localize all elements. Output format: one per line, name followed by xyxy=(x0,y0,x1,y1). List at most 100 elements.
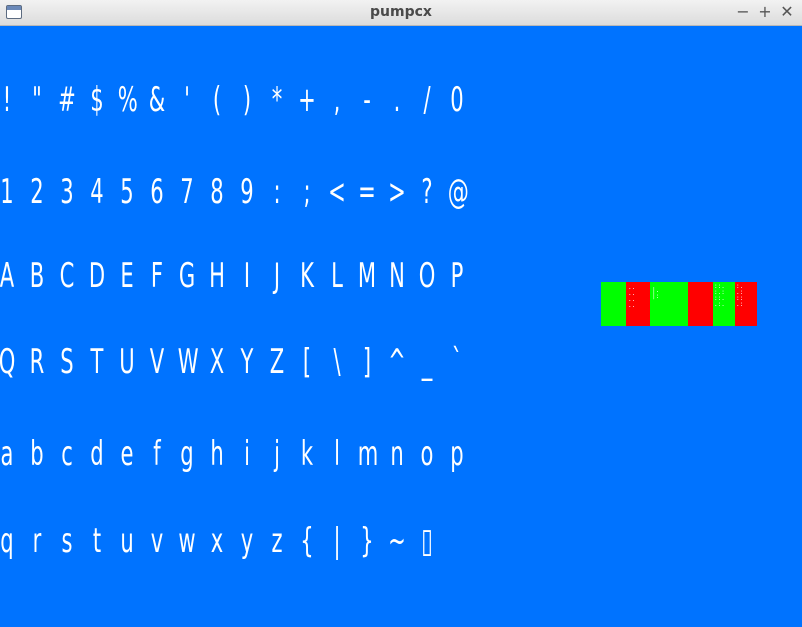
tiny-text: :. .: :: .: xyxy=(736,283,744,308)
glyph: f xyxy=(153,434,161,474)
glyph: { xyxy=(300,521,314,561)
status-segment-red xyxy=(688,282,713,326)
glyph: } xyxy=(360,521,374,561)
glyph: ` xyxy=(451,342,463,382)
glyph: \ xyxy=(333,342,341,382)
glyph: 8 xyxy=(210,172,224,212)
glyph: - xyxy=(363,80,371,120)
glyph: h xyxy=(210,434,224,474)
glyph: Q xyxy=(0,342,16,382)
glyph: Y xyxy=(240,342,254,382)
status-segment-green: |. |: xyxy=(650,282,688,326)
glyph: I xyxy=(243,256,251,296)
glyph: ) xyxy=(242,80,252,120)
glyph: + xyxy=(298,80,316,120)
glyph: l xyxy=(334,434,340,474)
glyph: # xyxy=(58,80,76,120)
glyph: w xyxy=(178,521,196,561)
glyph: p xyxy=(450,434,464,474)
glyph: R xyxy=(29,342,45,382)
glyph: V xyxy=(149,342,165,382)
title-bar[interactable]: pumpcx − + ✕ xyxy=(0,0,802,26)
glyph: d xyxy=(90,434,104,474)
glyph: T xyxy=(90,342,104,382)
glyph: A xyxy=(0,256,15,296)
glyph: k xyxy=(300,434,314,474)
glyph: t xyxy=(92,521,102,561)
tiny-text: |. |: xyxy=(652,287,660,300)
glyph: ' xyxy=(184,80,190,120)
glyph: L xyxy=(331,256,343,296)
glyph: J xyxy=(273,256,281,296)
glyph: o xyxy=(420,434,434,474)
glyph: N xyxy=(389,256,405,296)
glyph: g xyxy=(180,434,194,474)
app-window: pumpcx − + ✕ ! " # $% & ' () * +, -. / 0 1 2 3 4 5 6 7 8 9:;… xyxy=(0,0,802,627)
glyph: 6 xyxy=(150,172,164,212)
glyph: 1 xyxy=(0,172,14,212)
glyph: W xyxy=(177,342,199,382)
glyph: b xyxy=(30,434,44,474)
glyph: K xyxy=(300,256,314,296)
glyph: / xyxy=(423,80,431,120)
maximize-button[interactable]: + xyxy=(755,2,775,22)
glyph: ] xyxy=(362,342,372,382)
glyph: 7 xyxy=(180,172,194,212)
glyph: c xyxy=(61,434,73,474)
glyph: e xyxy=(120,434,134,474)
minimize-button[interactable]: − xyxy=(733,2,753,22)
glyph-canvas: ! " # $% & ' () * +, -. / 0 1 2 3 4 5 6 7 8 9:; < = >? @ A B C D E F G H… xyxy=(0,27,802,627)
glyph: 5 xyxy=(120,172,134,212)
glyph: * xyxy=(271,80,283,120)
status-strip: .. .. .. .. |. |: ::. :.: ::. .:. :. .: … xyxy=(601,282,757,326)
glyph: 0 xyxy=(450,80,464,120)
glyph: : xyxy=(273,172,281,212)
glyph: r xyxy=(32,521,42,561)
glyph: @ xyxy=(447,172,469,212)
glyph: ( xyxy=(212,80,222,120)
glyph: a xyxy=(0,434,14,474)
glyph: x xyxy=(210,521,224,561)
glyph: j xyxy=(274,434,280,474)
glyph: s xyxy=(61,521,73,561)
glyph: 9 xyxy=(240,172,254,212)
glyph: 4 xyxy=(90,172,104,212)
glyph: > xyxy=(388,172,406,212)
status-segment-green xyxy=(601,282,626,326)
glyph: ; xyxy=(303,172,311,212)
glyph: X xyxy=(209,342,225,382)
glyph: i xyxy=(244,434,250,474)
glyph: H xyxy=(209,256,225,296)
glyph: _ xyxy=(421,342,433,382)
glyph: 3 xyxy=(60,172,74,212)
glyph: $ xyxy=(90,80,104,120)
glyph: M xyxy=(357,256,377,296)
status-segment-red: .. .. .. .. xyxy=(626,282,650,326)
glyph: S xyxy=(60,342,74,382)
glyph: = xyxy=(358,172,376,212)
glyph: 2 xyxy=(30,172,44,212)
glyph: % xyxy=(117,80,138,120)
window-title: pumpcx xyxy=(370,4,432,20)
glyph: ^ xyxy=(388,342,406,382)
glyph: v xyxy=(150,521,164,561)
glyph: y xyxy=(240,521,254,561)
glyph: . xyxy=(393,80,401,120)
glyph: u xyxy=(120,521,134,561)
glyph: ! xyxy=(2,80,12,120)
status-segment-green: ::. :.: ::. .:. xyxy=(713,282,735,326)
glyph: < xyxy=(328,172,346,212)
tiny-text: ::. :.: ::. .:. xyxy=(714,283,725,308)
glyph: ▯ xyxy=(421,521,433,561)
glyph: G xyxy=(178,256,196,296)
glyph: F xyxy=(150,256,164,296)
close-button[interactable]: ✕ xyxy=(777,2,797,22)
glyph: ~ xyxy=(388,521,406,561)
glyph: E xyxy=(120,256,134,296)
glyph: D xyxy=(88,256,106,296)
glyph: , xyxy=(333,80,341,120)
glyph: m xyxy=(357,434,379,474)
glyph: P xyxy=(450,256,464,296)
glyph: [ xyxy=(302,342,312,382)
glyph: q xyxy=(0,521,14,561)
